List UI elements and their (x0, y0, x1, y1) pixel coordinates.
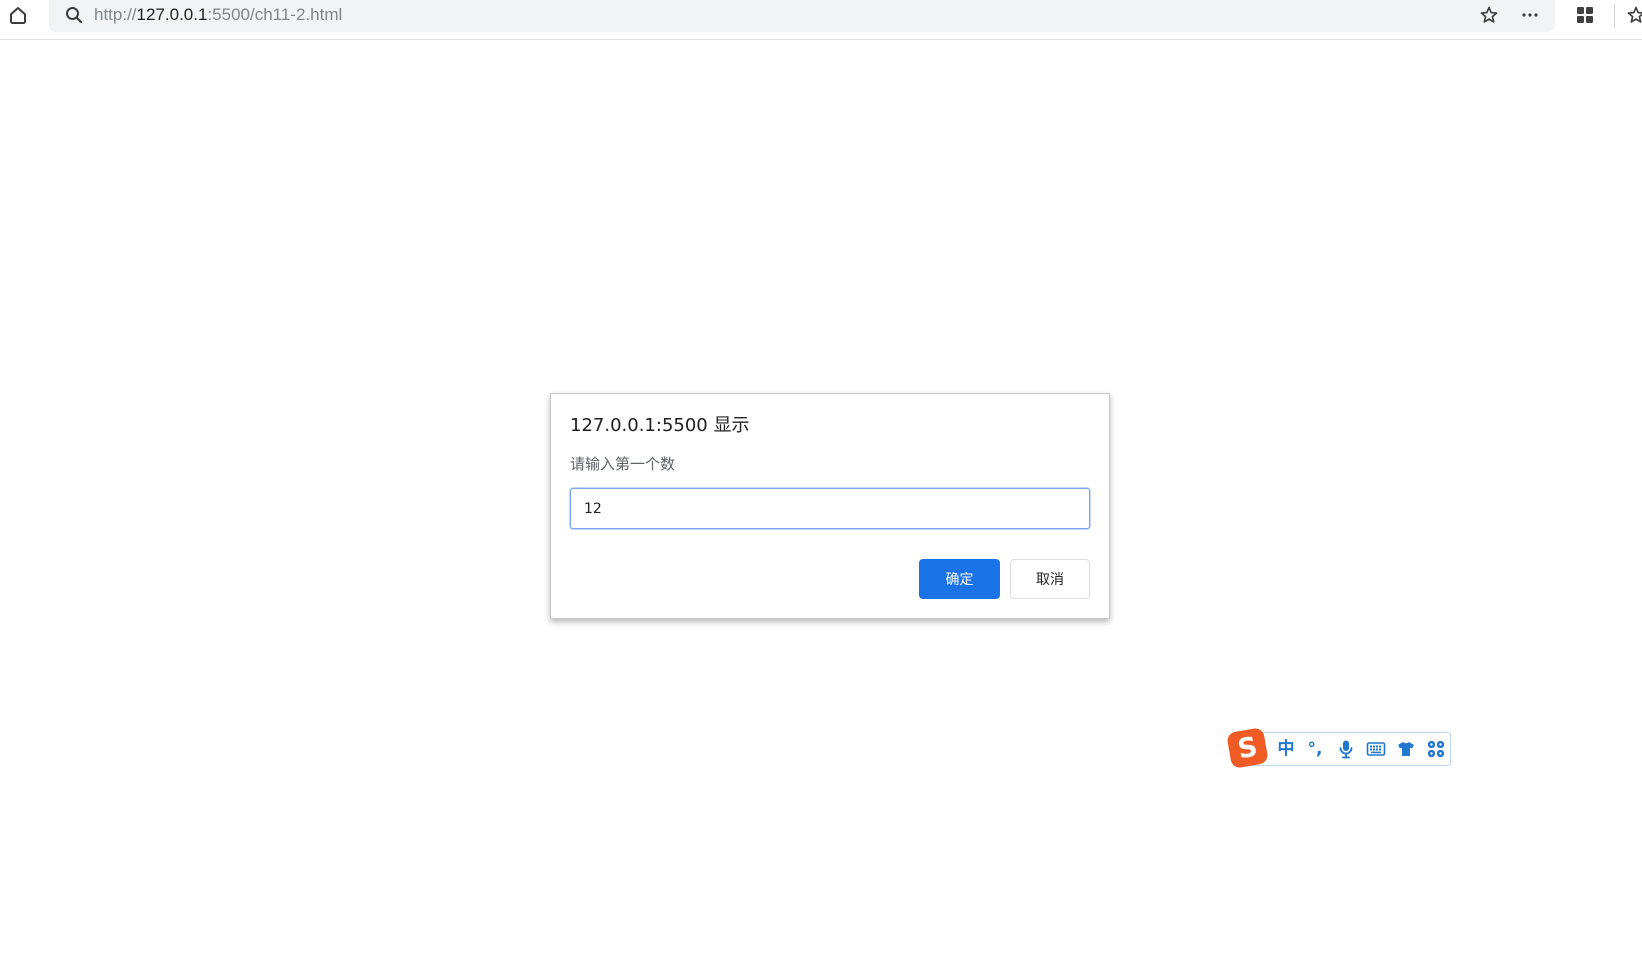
prompt-dialog: 127.0.0.1:5500 显示 请输入第一个数 确定 取消 (550, 393, 1110, 619)
ime-toolbar: 中 °, S (1226, 727, 1451, 769)
apps-grid-icon[interactable] (1576, 6, 1594, 24)
star-outline-icon[interactable] (1479, 5, 1499, 25)
more-horizontal-icon[interactable] (1520, 5, 1540, 25)
ime-mode-toggle[interactable]: 中 (1276, 739, 1296, 759)
cancel-button[interactable]: 取消 (1010, 559, 1090, 599)
dialog-message: 请输入第一个数 (570, 455, 676, 473)
prompt-input[interactable] (570, 488, 1090, 529)
ok-button[interactable]: 确定 (919, 559, 1000, 599)
url-host: 127.0.0.1 (136, 5, 208, 24)
soft-keyboard-icon[interactable] (1366, 739, 1386, 759)
dialog-title: 127.0.0.1:5500 显示 (570, 415, 750, 436)
sogou-logo-letter: S (1235, 731, 1260, 765)
sogou-logo[interactable]: S (1226, 727, 1269, 769)
toolbar-separator (1614, 4, 1615, 28)
ime-toolbar-panel: 中 °, (1248, 732, 1451, 766)
url-scheme: http:// (94, 5, 137, 24)
toolbox-icon[interactable] (1426, 739, 1446, 759)
home-icon[interactable] (7, 4, 29, 26)
ime-punctuation-toggle[interactable]: °, (1305, 739, 1325, 759)
address-text[interactable]: http://127.0.0.1:5500/ch11-2.html (94, 2, 342, 28)
address-bar[interactable]: http://127.0.0.1:5500/ch11-2.html (49, 0, 1555, 32)
skin-shirt-icon[interactable] (1396, 739, 1416, 759)
search-icon (64, 5, 84, 25)
url-path: :5500/ch11-2.html (207, 5, 343, 24)
voice-input-icon[interactable] (1336, 739, 1356, 759)
favorites-star-icon[interactable] (1626, 5, 1642, 25)
browser-toolbar: http://127.0.0.1:5500/ch11-2.html (0, 0, 1642, 40)
